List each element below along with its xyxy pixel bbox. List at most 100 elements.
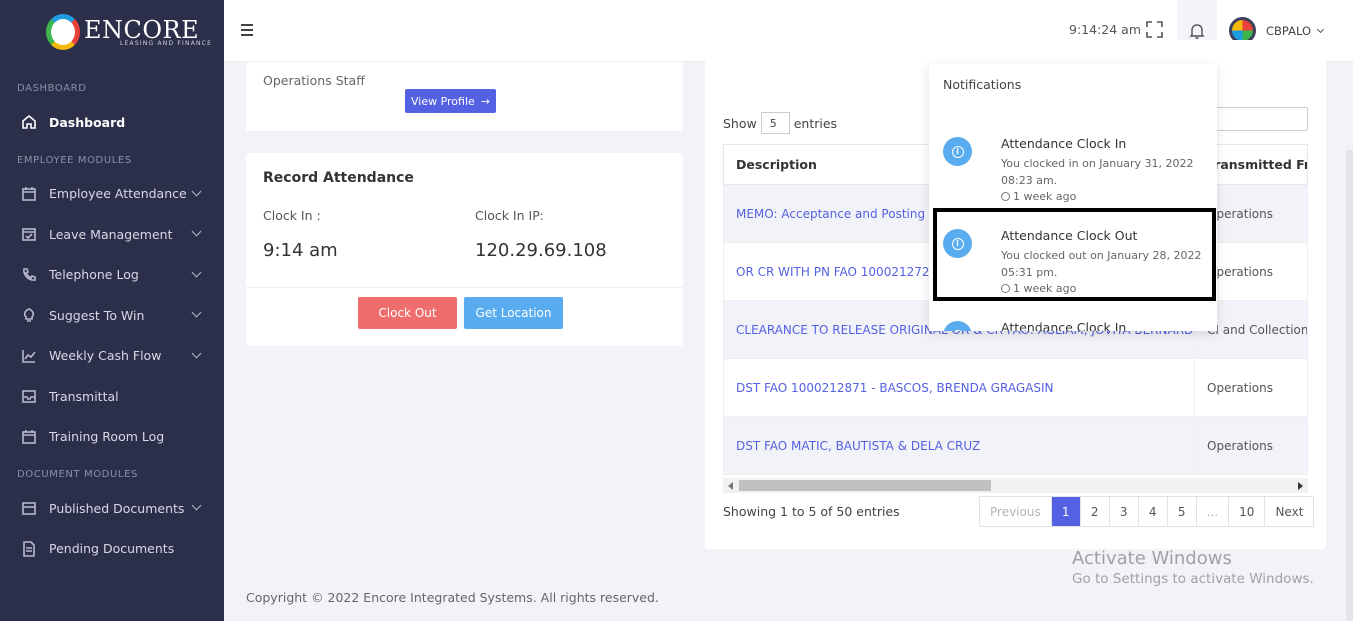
username: CBPALO (1266, 23, 1312, 38)
transmitted-from-cell: Operations (1194, 358, 1308, 417)
notification-item[interactable]: i Attendance Clock In (929, 313, 1217, 331)
lightbulb-icon (20, 306, 38, 324)
clock-in-ip-label: Clock In IP: (475, 208, 544, 223)
chevron-down-icon (191, 186, 202, 196)
notification-time-text: 1 week ago (1013, 190, 1077, 203)
sidebar-item-label: Weekly Cash Flow (49, 348, 162, 364)
view-profile-button[interactable]: View Profile → (405, 89, 496, 113)
info-icon: i (943, 137, 972, 166)
divider (246, 287, 683, 288)
sidebar: ENCORE LEASING AND FINANCE DASHBOARD Das… (0, 0, 224, 621)
inbox-icon (20, 499, 38, 517)
chevron-down-icon (1317, 25, 1325, 33)
sidebar-item-label: Transmittal (49, 388, 119, 404)
bell-icon (1189, 23, 1205, 39)
notification-title: Attendance Clock In (1001, 320, 1127, 331)
notification-time: 1 week ago (1001, 190, 1076, 203)
scrollbar-thumb[interactable] (739, 480, 991, 491)
current-time: 9:14:24 am (1069, 22, 1141, 37)
sidebar-item-dashboard[interactable]: Dashboard (0, 102, 224, 143)
sidebar-item-label: Telephone Log (49, 267, 139, 283)
highlight-box (933, 208, 1216, 301)
vertical-scrollbar[interactable] (1346, 150, 1353, 621)
sidebar-item-training-room-log[interactable]: Training Room Log (0, 417, 224, 458)
sidebar-item-label: Pending Documents (49, 541, 175, 557)
sidebar-item-suggest-to-win[interactable]: Suggest To Win (0, 295, 224, 336)
page-button-10[interactable]: 10 (1229, 497, 1266, 526)
inbox-icon (20, 387, 38, 405)
brand-tagline: LEASING AND FINANCE (120, 39, 213, 47)
page-button-5[interactable]: 5 (1168, 497, 1197, 526)
chevron-down-icon (191, 500, 202, 511)
record-attendance-card: Record Attendance Clock In : Clock In IP… (246, 153, 683, 346)
windows-activation-watermark: Activate Windows Go to Settings to activ… (1072, 548, 1314, 587)
chevron-down-icon (191, 307, 202, 318)
view-profile-label: View Profile (410, 94, 475, 108)
entries-label: entries (793, 115, 838, 131)
chart-line-icon (20, 347, 38, 365)
previous-page-button[interactable]: Previous (980, 497, 1052, 526)
calendar-icon (20, 185, 38, 203)
page-button-4[interactable]: 4 (1139, 497, 1168, 526)
scroll-right-icon[interactable] (1298, 482, 1303, 490)
sidebar-item-pending-documents[interactable]: Pending Documents (0, 529, 224, 570)
horizontal-scrollbar[interactable] (723, 478, 1308, 493)
user-role: Operations Staff (263, 73, 365, 88)
table-row: DST FAO MATIC, BAUTISTA & DELA CRUZ Oper… (723, 416, 1308, 475)
page-button-3[interactable]: 3 (1110, 497, 1139, 526)
phone-icon (20, 266, 38, 284)
get-location-button[interactable]: Get Location (464, 297, 563, 329)
watermark-subtitle: Go to Settings to activate Windows. (1072, 571, 1314, 587)
notification-body: You clocked in on January 31, 2022 08:23… (1001, 157, 1194, 187)
sidebar-item-weekly-cash-flow[interactable]: Weekly Cash Flow (0, 336, 224, 377)
document-link[interactable]: DST FAO 1000212871 - BASCOS, BRENDA GRAG… (723, 358, 1195, 417)
document-icon (20, 540, 38, 558)
table-row: DST FAO 1000212871 - BASCOS, BRENDA GRAG… (723, 358, 1308, 417)
copyright: Copyright © 2022 Encore Integrated Syste… (246, 590, 659, 605)
section-document-modules: DOCUMENT MODULES (17, 469, 138, 480)
sidebar-item-published-documents[interactable]: Published Documents (0, 488, 224, 529)
page-button-2[interactable]: 2 (1081, 497, 1110, 526)
info-icon: i (943, 321, 972, 331)
sidebar-item-label: Training Room Log (49, 429, 165, 445)
table-summary: Showing 1 to 5 of 50 entries (723, 504, 900, 519)
sidebar-item-label: Employee Attendance (49, 186, 187, 202)
section-employee-modules: EMPLOYEE MODULES (17, 154, 132, 166)
pagination: Previous 1 2 3 4 5 ... 10 Next (979, 496, 1315, 527)
section-dashboard: DASHBOARD (17, 83, 87, 94)
clock-out-button[interactable]: Clock Out (358, 297, 457, 329)
sidebar-item-telephone-log[interactable]: Telephone Log (0, 255, 224, 296)
transmitted-from-cell: Operations (1194, 416, 1308, 475)
entries-select[interactable]: 5 (760, 112, 790, 134)
profile-card: Operations Staff View Profile → (246, 62, 683, 131)
logo-icon (46, 14, 80, 50)
sidebar-item-label: Published Documents (49, 500, 185, 516)
page-button-1[interactable]: 1 (1051, 497, 1081, 526)
notification-title: Attendance Clock In (1001, 136, 1127, 151)
card-title: Record Attendance (263, 170, 414, 186)
clock-in-value: 9:14 am (263, 240, 338, 261)
show-label: Show (723, 115, 757, 131)
sidebar-item-label: Suggest To Win (49, 307, 145, 323)
brand-name: ENCORE (84, 15, 200, 44)
scroll-left-icon[interactable] (728, 482, 733, 490)
notifications-header: Notifications (943, 77, 1022, 92)
page-ellipsis: ... (1197, 497, 1230, 526)
fullscreen-icon[interactable] (1146, 21, 1163, 38)
arrow-right-icon: → (480, 94, 491, 108)
entries-control: Show 5 entries (723, 112, 837, 134)
clock-in-label: Clock In : (263, 208, 321, 223)
sidebar-item-leave-management[interactable]: Leave Management (0, 214, 224, 255)
chevron-down-icon (191, 267, 202, 277)
next-page-button[interactable]: Next (1265, 497, 1313, 526)
calendar-icon (20, 428, 38, 446)
sidebar-item-label: Leave Management (49, 226, 173, 242)
menu-toggle-icon[interactable] (241, 24, 253, 39)
clock-in-ip-value: 120.29.69.108 (475, 240, 607, 261)
chevron-down-icon (191, 348, 202, 358)
logo[interactable]: ENCORE LEASING AND FINANCE (0, 0, 224, 64)
home-icon (20, 113, 38, 131)
document-link[interactable]: DST FAO MATIC, BAUTISTA & DELA CRUZ (723, 416, 1195, 475)
sidebar-item-transmittal[interactable]: Transmittal (0, 376, 224, 417)
sidebar-item-employee-attendance[interactable]: Employee Attendance (0, 174, 224, 215)
